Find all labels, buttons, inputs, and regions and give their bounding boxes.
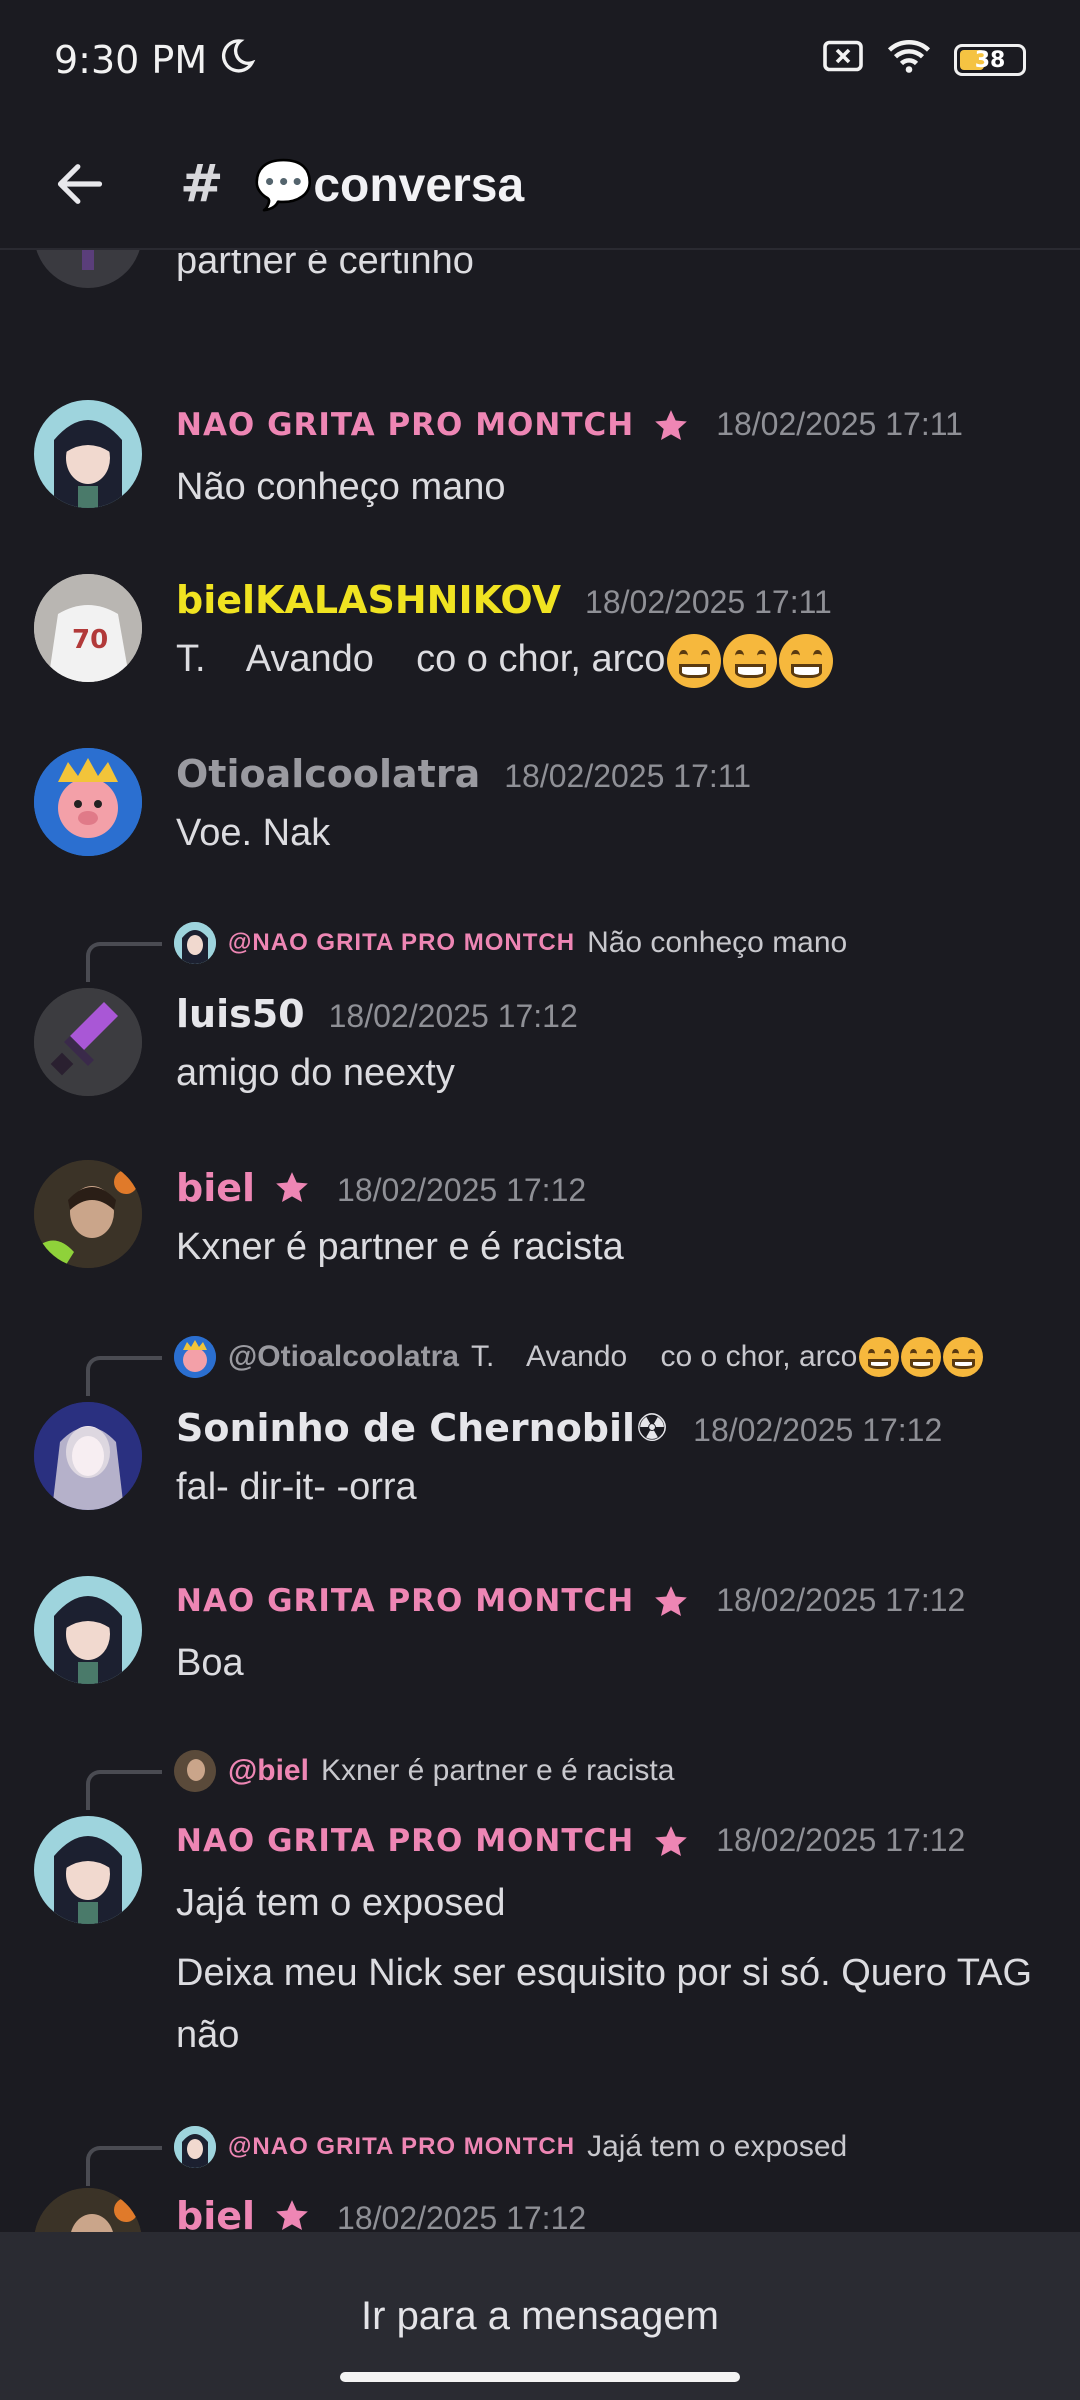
message-text: Voe. Nak	[176, 812, 331, 854]
jump-to-message-button[interactable]: Ir para a mensagem	[361, 2294, 719, 2400]
username[interactable]: Soninho de Chernobil☢	[176, 1406, 669, 1450]
reply-avatar	[174, 1750, 216, 1792]
avatar[interactable]	[34, 1402, 142, 1510]
channel-name: 💬conversa	[253, 158, 525, 212]
avatar[interactable]	[34, 2188, 142, 2232]
avatar[interactable]	[34, 1160, 142, 1268]
reply-avatar	[174, 1336, 216, 1378]
reply-username[interactable]: @biel	[228, 1754, 309, 1788]
avatar[interactable]	[34, 748, 142, 856]
reply-preview[interactable]: @biel Kxner é partner e é racista	[0, 1746, 1080, 1810]
avatar[interactable]	[34, 400, 142, 508]
home-indicator[interactable]	[340, 2372, 740, 2382]
back-button[interactable]	[50, 154, 110, 214]
channel-header: # 💬conversa	[0, 120, 1080, 250]
avatar[interactable]: 70	[34, 574, 142, 682]
timestamp: 18/02/2025 17:11	[504, 758, 751, 794]
nitro-star-icon	[655, 410, 688, 440]
username[interactable]: NAO GRITA PRO MONTCH	[176, 1583, 634, 1619]
message-text: amigo do neexty	[176, 1052, 455, 1094]
avatar[interactable]	[34, 1816, 142, 1924]
username[interactable]: NAO GRITA PRO MONTCH	[176, 1823, 634, 1859]
message-text: Não conheço mano	[176, 466, 506, 508]
reply-username[interactable]: @NAO GRITA PRO MONTCH	[228, 929, 575, 957]
timestamp: 18/02/2025 17:11	[585, 584, 832, 620]
username[interactable]: bielKALASHNIKOV	[176, 578, 561, 622]
nitro-star-icon	[655, 1586, 688, 1616]
reply-avatar	[174, 2126, 216, 2168]
status-bar: 9:30 PM 38	[0, 0, 1080, 120]
reply-connector	[86, 1770, 162, 1810]
nitro-star-icon	[276, 2200, 308, 2230]
message-text: Jajá tem o exposed	[176, 1882, 506, 1924]
reply-preview[interactable]: @NAO GRITA PRO MONTCH Não conheço mano	[0, 918, 1080, 982]
username[interactable]: NAO GRITA PRO MONTCH	[176, 407, 634, 443]
timestamp: 18/02/2025 17:12	[693, 1412, 943, 1448]
timestamp: 18/02/2025 17:12	[337, 1172, 587, 1208]
message-text: T. Avando co o chor, arco	[176, 628, 1036, 690]
reply-text: Jajá tem o exposed	[587, 2130, 848, 2163]
timestamp: 18/02/2025 17:12	[716, 1822, 966, 1858]
status-time: 9:30 PM	[54, 38, 208, 82]
message-text: Deixa meu Nick ser esquisito por si só. …	[176, 1952, 1033, 2056]
wifi-icon	[886, 38, 932, 83]
arrow-left-icon	[57, 164, 103, 204]
username[interactable]: biel	[176, 1166, 255, 1210]
no-sim-icon	[822, 38, 864, 82]
message-text: vc vê o vireicaixa aí vc percebe que nem…	[176, 250, 474, 282]
nitro-star-icon	[655, 1826, 688, 1856]
message-text: Boa	[176, 1642, 244, 1684]
hash-icon: #	[180, 154, 224, 214]
grin-emoji-icon	[723, 633, 778, 688]
timestamp: 18/02/2025 17:12	[328, 998, 578, 1034]
reply-text: Não conheço mano	[587, 926, 848, 959]
reply-connector	[86, 2146, 162, 2186]
message-text: Kxner é partner e é racista	[176, 1226, 624, 1268]
reply-preview[interactable]: @Otioalcoolatra T. Avando co o chor, arc…	[0, 1332, 1080, 1396]
reply-avatar	[174, 922, 216, 964]
reply-username[interactable]: @NAO GRITA PRO MONTCH	[228, 2133, 575, 2161]
grin-emoji-icon	[859, 1337, 900, 1377]
reply-text: Kxner é partner e é racista	[320, 1754, 675, 1787]
battery-level: 38	[974, 47, 1006, 73]
message-text-content: T. Avando co o chor, arco	[176, 638, 666, 680]
moon-icon	[217, 36, 257, 85]
reply-connector	[86, 942, 162, 982]
grin-emoji-icon	[901, 1337, 942, 1377]
grin-emoji-icon	[779, 633, 834, 688]
reply-preview[interactable]: @NAO GRITA PRO MONTCH Jajá tem o exposed	[0, 2122, 1080, 2186]
avatar[interactable]	[34, 250, 142, 288]
avatar[interactable]	[34, 1576, 142, 1684]
avatar[interactable]	[34, 988, 142, 1096]
username[interactable]: Otioalcoolatra	[176, 752, 480, 796]
timestamp: 18/02/2025 17:11	[716, 406, 963, 442]
message-list[interactable]: vc vê o vireicaixa aí vc percebe que nem…	[0, 250, 1080, 2232]
grin-emoji-icon	[667, 633, 722, 688]
reply-connector	[86, 1356, 162, 1396]
nitro-star-icon	[276, 1172, 308, 1202]
battery-icon: 38	[954, 44, 1026, 76]
username[interactable]: biel	[176, 2194, 255, 2232]
reply-text: T. Avando co o chor, arco	[470, 1340, 858, 1373]
message-text: fal- dir-it- -orra	[176, 1466, 417, 1508]
timestamp: 18/02/2025 17:12	[716, 1582, 966, 1618]
reply-username[interactable]: @Otioalcoolatra	[228, 1340, 459, 1374]
svg-text:70: 70	[72, 625, 108, 655]
timestamp: 18/02/2025 17:12	[337, 2200, 587, 2232]
username[interactable]: luis50	[176, 992, 305, 1036]
grin-emoji-icon	[943, 1337, 984, 1377]
